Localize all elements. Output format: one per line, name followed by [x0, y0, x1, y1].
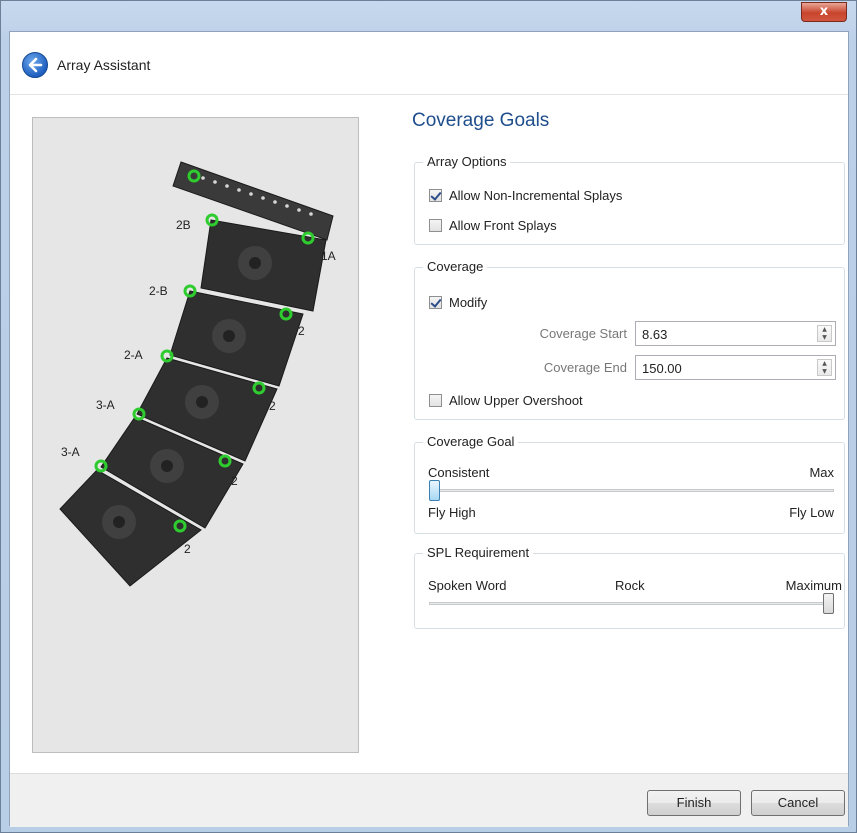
back-button[interactable]	[22, 52, 48, 78]
array-preview-drawing: 2B 1A 2-B 2 2-A 2 3-A 2 3-A 2	[59, 161, 336, 587]
label-box4-left: 3-A	[61, 445, 80, 459]
array-preview: 2B 1A 2-B 2 2-A 2 3-A 2 3-A 2	[32, 117, 359, 753]
coverage-end-value: 150.00	[642, 361, 682, 376]
coverage-goal-slider-thumb[interactable]	[429, 480, 440, 501]
dialog-client: Array Assistant 2B 1A 2-B 2 2-A 2 3-A 2 …	[9, 31, 849, 827]
back-arrow-icon	[28, 57, 43, 73]
label-grid-1a: 1A	[321, 249, 336, 263]
coverage-start-input[interactable]: 8.63 ▲ ▼	[635, 321, 836, 346]
coverage-goal-track[interactable]	[429, 489, 834, 492]
close-icon: x	[819, 4, 829, 19]
cancel-button[interactable]: Cancel	[751, 790, 845, 816]
rock-label: Rock	[615, 578, 645, 593]
checkbox-box[interactable]	[429, 296, 442, 309]
coverage-start-value: 8.63	[642, 327, 668, 342]
label-box3-left: 3-A	[96, 398, 115, 412]
coverage-end-spinner[interactable]: ▲ ▼	[817, 359, 832, 376]
spin-up-icon[interactable]: ▲	[818, 326, 831, 334]
label-box1-left: 2-B	[149, 284, 168, 298]
allow-non-incremental-checkbox[interactable]: Allow Non-Incremental Splays	[429, 188, 622, 203]
label-box2-right: 2	[269, 399, 276, 413]
window-title: Array Assistant	[57, 57, 151, 73]
label-box2-left: 2-A	[124, 348, 143, 362]
header: Array Assistant	[10, 32, 848, 95]
checkbox-box[interactable]	[429, 394, 442, 407]
window-frame: x Array Assistant 2B 1A 2-B 2 2-A 2 3-A …	[0, 0, 857, 833]
consistent-label: Consistent	[428, 465, 490, 480]
modify-checkbox[interactable]: Modify	[429, 295, 487, 310]
spin-up-icon[interactable]: ▲	[818, 360, 831, 368]
fly-low-label: Fly Low	[789, 505, 834, 520]
allow-non-incremental-label: Allow Non-Incremental Splays	[449, 188, 623, 203]
array-options-title: Array Options	[423, 154, 511, 169]
spin-down-icon[interactable]: ▼	[818, 368, 831, 376]
coverage-goal-group: Coverage Goal Consistent Max Fly High Fl…	[414, 434, 845, 534]
array-options-group: Array Options Allow Non-Incremental Spla…	[414, 154, 845, 245]
title-bar[interactable]: x	[1, 1, 856, 33]
close-button[interactable]: x	[801, 2, 847, 22]
allow-upper-overshoot-label: Allow Upper Overshoot	[449, 393, 583, 408]
allow-upper-overshoot-checkbox[interactable]: Allow Upper Overshoot	[429, 393, 583, 408]
spl-track[interactable]	[429, 602, 834, 605]
spl-requirement-title: SPL Requirement	[423, 545, 534, 560]
checkbox-box[interactable]	[429, 189, 442, 202]
spl-slider-thumb[interactable]	[823, 593, 834, 614]
coverage-group: Coverage Modify Coverage Start 8.63 ▲ ▼ …	[414, 259, 845, 420]
coverage-start-label: Coverage Start	[539, 326, 627, 341]
spl-requirement-group: SPL Requirement Spoken Word Rock Maximum	[414, 545, 845, 629]
allow-front-splays-label: Allow Front Splays	[449, 218, 557, 233]
label-box3-right: 2	[231, 474, 238, 488]
coverage-title: Coverage	[423, 259, 488, 274]
coverage-start-spinner[interactable]: ▲ ▼	[817, 325, 832, 342]
coverage-goal-title: Coverage Goal	[423, 434, 519, 449]
spin-down-icon[interactable]: ▼	[818, 334, 831, 342]
modify-label: Modify	[449, 295, 488, 310]
coverage-end-label: Coverage End	[543, 360, 627, 375]
footer-bar: Finish Cancel	[10, 773, 848, 827]
label-grid-2b: 2B	[176, 218, 191, 232]
page-title: Coverage Goals	[412, 110, 550, 131]
coverage-end-input[interactable]: 150.00 ▲ ▼	[635, 355, 836, 380]
label-box4-right: 2	[184, 542, 191, 556]
checkbox-box[interactable]	[429, 219, 442, 232]
maximum-label: Maximum	[785, 578, 842, 593]
spoken-word-label: Spoken Word	[428, 578, 507, 593]
max-label: Max	[809, 465, 834, 480]
label-box1-right: 2	[298, 324, 305, 338]
fly-high-label: Fly High	[428, 505, 476, 520]
finish-button[interactable]: Finish	[647, 790, 741, 816]
allow-front-splays-checkbox[interactable]: Allow Front Splays	[429, 218, 557, 233]
